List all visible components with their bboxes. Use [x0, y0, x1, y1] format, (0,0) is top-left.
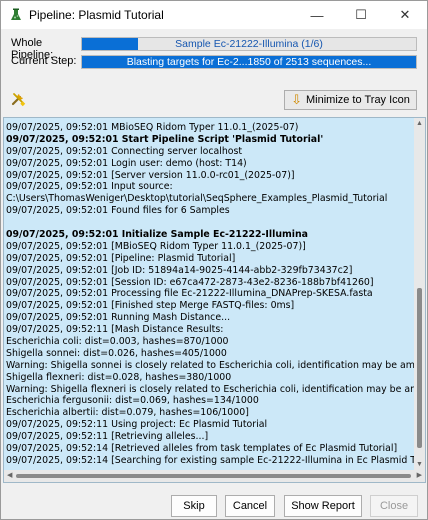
arrow-down-icon: ⇩ — [291, 92, 302, 107]
horizontal-scroll-thumb[interactable] — [16, 474, 411, 478]
log-line: 09/07/2025, 09:52:01 Initialize Sample E… — [6, 229, 308, 241]
close-window-button[interactable]: ✕ — [383, 1, 427, 29]
vertical-scroll-thumb[interactable] — [417, 288, 422, 448]
log-line: 09/07/2025, 09:52:01 Start Pipeline Scri… — [6, 133, 324, 145]
log-line: Shigella sonnei: dist=0.026, hashes=405/… — [6, 347, 227, 359]
log-line: 09/07/2025, 09:52:01 [Session ID: e67ca4… — [6, 276, 374, 288]
log-line: 09/07/2025, 09:52:01 [Server version 11.… — [6, 169, 295, 181]
log-line: 09/07/2025, 09:52:01 Login user: demo (h… — [6, 157, 247, 169]
horizontal-scrollbar[interactable]: ◀ ▶ — [4, 470, 425, 482]
log-line: 09/07/2025, 09:52:11 [Mash Distance Resu… — [6, 324, 224, 336]
log-line: 09/07/2025, 09:52:01 Running Mash Distan… — [6, 312, 231, 324]
log-line: 09/07/2025, 09:52:01 [MBioSEQ Ridom Type… — [6, 240, 306, 252]
log-line: 09/07/2025, 09:52:14 [Retrieved alleles … — [6, 443, 398, 455]
current-step-progress-text: Blasting targets for Ec-2...1850 of 2513… — [126, 56, 372, 68]
cancel-button[interactable]: Cancel — [225, 495, 275, 517]
log-line: 09/07/2025, 09:52:01 MBioSEQ Ridom Typer… — [6, 122, 299, 133]
log-output-panel[interactable]: 09/07/2025, 09:52:01 MBioSEQ Ridom Typer… — [3, 117, 426, 483]
whole-pipeline-progress-bar: Sample Ec-21222-Illumina (1/6) — [81, 37, 417, 51]
scroll-down-icon[interactable]: ▼ — [414, 461, 425, 468]
log-line: C:\Users\ThomasWeniger\Desktop\tutorial\… — [6, 193, 388, 205]
current-step-label: Current Step: — [11, 55, 77, 67]
scroll-left-icon[interactable]: ◀ — [7, 470, 12, 482]
scroll-up-icon[interactable]: ▲ — [414, 120, 425, 127]
log-line: 09/07/2025, 09:52:11 Using project: Ec P… — [6, 419, 268, 431]
log-line: Escherichia albertii: dist=0.079, hashes… — [6, 407, 249, 419]
current-step-progress-bar: Blasting targets for Ec-2...1850 of 2513… — [81, 55, 417, 69]
show-report-button[interactable]: Show Report — [284, 495, 362, 517]
log-line: Warning: Shigella sonnei is closely rela… — [6, 359, 414, 371]
close-button[interactable]: Close — [370, 495, 418, 517]
pipeline-window: Pipeline: Plasmid Tutorial — ☐ ✕ Whole P… — [0, 0, 428, 520]
log-line: 09/07/2025, 09:52:01 Connecting server l… — [6, 145, 243, 157]
wrench-screwdriver-icon[interactable] — [10, 91, 26, 107]
window-title: Pipeline: Plasmid Tutorial — [29, 8, 164, 22]
log-line: Escherichia fergusonii: dist=0.069, hash… — [6, 395, 259, 407]
log-line: 09/07/2025, 09:52:01 Processing file Ec-… — [6, 288, 373, 300]
log-line: 09/07/2025, 09:52:01 [Finished step Merg… — [6, 300, 295, 312]
log-line: 09/07/2025, 09:52:01 [Pipeline: Plasmid … — [6, 252, 236, 264]
log-line: 09/07/2025, 09:52:14 [Searching for exis… — [6, 454, 414, 466]
log-line: Shigella flexneri: dist=0.028, hashes=38… — [6, 371, 232, 383]
whole-pipeline-progress-text: Sample Ec-21222-Illumina (1/6) — [175, 38, 323, 50]
app-icon — [9, 8, 23, 22]
window-controls: — ☐ ✕ — [295, 1, 427, 29]
log-line: 09/07/2025, 09:52:01 Found files for 6 S… — [6, 205, 230, 217]
log-line: 09/07/2025, 09:52:11 [Retrieving alleles… — [6, 431, 209, 443]
minimize-window-button[interactable]: — — [295, 1, 339, 29]
minimize-to-tray-label: Minimize to Tray Icon — [305, 94, 410, 106]
current-step-row: Current Step: — [11, 55, 81, 67]
log-line: 09/07/2025, 09:52:01 Input source: — [6, 181, 173, 193]
vertical-scrollbar[interactable]: ▲ ▼ — [414, 118, 425, 470]
skip-button[interactable]: Skip — [171, 495, 217, 517]
scroll-right-icon[interactable]: ▶ — [417, 470, 422, 482]
minimize-to-tray-button[interactable]: ⇩ Minimize to Tray Icon — [284, 90, 417, 110]
log-line: Warning: Shigella flexneri is closely re… — [6, 383, 414, 395]
title-bar: Pipeline: Plasmid Tutorial — ☐ ✕ — [1, 1, 427, 29]
log-line: Escherichia coli: dist=0.003, hashes=870… — [6, 336, 229, 348]
maximize-window-button[interactable]: ☐ — [339, 1, 383, 29]
log-lines: 09/07/2025, 09:52:01 MBioSEQ Ridom Typer… — [6, 122, 414, 467]
log-line: 09/07/2025, 09:52:01 [Job ID: 51894a14-9… — [6, 264, 353, 276]
